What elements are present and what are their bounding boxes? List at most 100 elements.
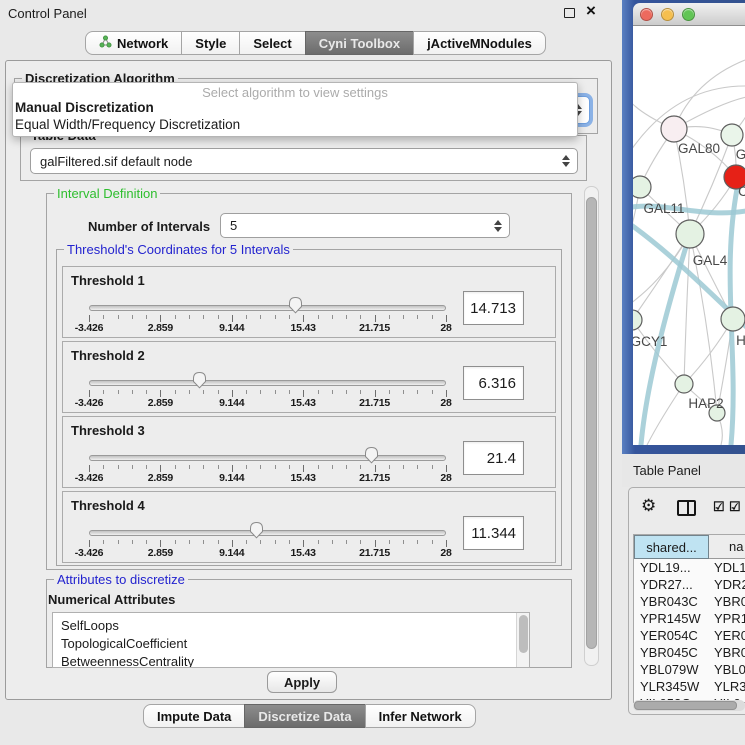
network-node[interactable] [676, 220, 704, 248]
slider-tick [346, 390, 347, 394]
apply-button[interactable]: Apply [267, 671, 337, 693]
slider-tick [360, 390, 361, 394]
table-data-combobox[interactable]: galFiltered.sif default node [30, 148, 578, 174]
mac-zoom-button[interactable] [682, 8, 695, 21]
table-row[interactable]: YDR27...YDR2 [634, 576, 745, 593]
algorithm-option-manual-discretization[interactable]: Manual Discretization [13, 99, 577, 116]
mac-close-button[interactable] [640, 8, 653, 21]
slider-tick [389, 540, 390, 544]
slider-tick [132, 315, 133, 319]
slider-tick [103, 465, 104, 469]
slider-tick [318, 315, 319, 319]
slider-track[interactable] [89, 305, 446, 311]
numerical-attributes-list[interactable]: SelfLoopsTopologicalCoefficientBetweenne… [52, 612, 530, 668]
slider-tick [360, 465, 361, 469]
slider-tick [218, 540, 219, 544]
slider-thumb[interactable] [192, 371, 207, 389]
slider-thumb[interactable] [288, 296, 303, 314]
network-node[interactable] [633, 310, 642, 330]
slider-tick-label: -3.426 [61, 322, 117, 334]
slider-tick [175, 540, 176, 544]
slider-thumb[interactable] [364, 446, 379, 464]
number-of-intervals-combobox[interactable]: 5 [220, 213, 510, 238]
tab-discretize-data[interactable]: Discretize Data [244, 704, 365, 728]
slider-tick [218, 465, 219, 469]
threshold-value-field[interactable]: 14.713 [463, 291, 524, 325]
tab-infer-network[interactable]: Infer Network [365, 704, 476, 728]
slider-tick [289, 465, 290, 469]
attribute-item[interactable]: SelfLoops [61, 617, 529, 635]
slider-tick [203, 465, 204, 469]
slider-track[interactable] [89, 530, 446, 536]
cell-name: YBR0 [709, 593, 745, 610]
numerical-attributes-label: Numerical Attributes [48, 592, 175, 607]
network-node[interactable] [675, 375, 693, 393]
threshold-panel: Threshold 4-3.4262.8599.14415.4321.71528… [62, 491, 556, 563]
attribute-item[interactable]: BetweennessCentrality [61, 653, 529, 668]
close-icon[interactable]: × [586, 1, 596, 21]
slider-tick-label: 9.144 [204, 322, 260, 334]
slider-tick [260, 465, 261, 469]
slider-tick [260, 390, 261, 394]
threshold-value-field[interactable]: 11.344 [463, 516, 524, 550]
slider-tick [446, 315, 447, 322]
slider-tick [375, 315, 376, 322]
cell-shared-name: YDR27... [634, 576, 709, 593]
tab-cyni-toolbox[interactable]: Cyni Toolbox [305, 31, 414, 55]
slider-tick [332, 390, 333, 394]
table-header-row: shared... na [634, 535, 745, 559]
table-row[interactable]: YDL19...YDL1 [634, 559, 745, 576]
slider-thumb[interactable] [249, 521, 264, 539]
network-window-titlebar[interactable] [633, 3, 745, 26]
cell-name: YER0 [709, 627, 745, 644]
table-row[interactable]: YBR045CYBR0 [634, 644, 745, 661]
slider-track[interactable] [89, 455, 446, 461]
tab-style[interactable]: Style [181, 31, 240, 55]
network-node[interactable] [721, 307, 745, 331]
network-node[interactable] [633, 176, 651, 198]
network-canvas[interactable]: GAL80GCGAL11GAL4GCY1HHAP2 [633, 26, 745, 445]
slider-tick [103, 540, 104, 544]
slider-tick [175, 315, 176, 319]
attribute-item[interactable]: TopologicalCoefficient [61, 635, 529, 653]
algorithm-option-equal-width-frequency-discretization[interactable]: Equal Width/Frequency Discretization [13, 116, 577, 133]
float-window-icon[interactable] [564, 8, 575, 18]
panel-vertical-scrollbar[interactable] [584, 186, 599, 666]
network-node[interactable] [721, 124, 743, 146]
mac-minimize-button[interactable] [661, 8, 674, 21]
tab-select[interactable]: Select [239, 31, 305, 55]
attributes-list-scrollbar[interactable] [516, 613, 529, 667]
slider-tick [446, 540, 447, 547]
column-header-shared-name[interactable]: shared... [634, 535, 709, 559]
table-horizontal-scrollbar[interactable] [633, 700, 745, 711]
tab-impute-data[interactable]: Impute Data [143, 704, 245, 728]
tab-network[interactable]: Network [85, 31, 182, 55]
slider-tick [303, 390, 304, 397]
table-row[interactable]: YER054CYER0 [634, 627, 745, 644]
table-panel: ⚙ ☑ ☑ shared... na YDL19...YDL1YDR27...Y… [628, 487, 745, 715]
slider-tick [160, 540, 161, 547]
slider-tick [389, 390, 390, 394]
threshold-value-field[interactable]: 21.4 [463, 441, 524, 475]
slider-tick [132, 390, 133, 394]
tab-jactivemnodules[interactable]: jActiveMNodules [413, 31, 546, 55]
checkbox-icon[interactable]: ☑ [713, 499, 725, 515]
slider-tick-label: 15.43 [275, 397, 331, 409]
slider-track[interactable] [89, 380, 446, 386]
slider-tick [246, 315, 247, 319]
threshold-value-field[interactable]: 6.316 [463, 366, 524, 400]
slider-tick [289, 390, 290, 394]
table-row[interactable]: YBL079WYBL0 [634, 661, 745, 678]
table-row[interactable]: YPR145WYPR1 [634, 610, 745, 627]
column-header-name[interactable]: na [709, 535, 745, 559]
cell-shared-name: YER054C [634, 627, 709, 644]
slider-tick [189, 390, 190, 394]
checkbox-icon[interactable]: ☑ [729, 499, 741, 515]
table-panel-titlebar: Table Panel [622, 454, 745, 487]
table-row[interactable]: YLR345WYLR3 [634, 678, 745, 695]
split-columns-icon[interactable] [677, 500, 696, 516]
slider-tick [189, 540, 190, 544]
gear-icon[interactable]: ⚙ [641, 496, 656, 516]
network-node[interactable] [661, 116, 687, 142]
table-row[interactable]: YBR043CYBR0 [634, 593, 745, 610]
